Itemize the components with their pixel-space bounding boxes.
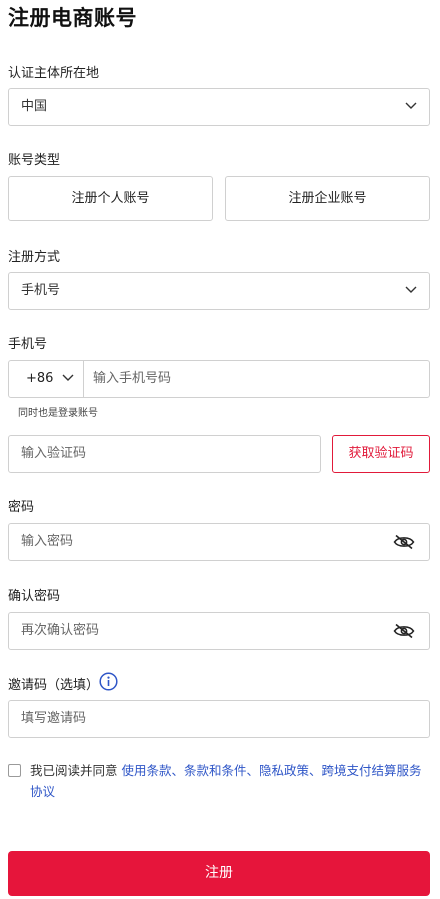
region-label: 认证主体所在地 (8, 66, 100, 81)
register-button[interactable]: 注册 (8, 851, 430, 896)
get-code-button[interactable]: 获取验证码 (332, 435, 430, 473)
eye-off-icon[interactable] (393, 534, 415, 550)
agreement-prefix: 我已阅读并同意 (30, 763, 122, 778)
page-title: 注册电商账号 (8, 6, 137, 30)
password-input[interactable]: 输入密码 (8, 523, 430, 561)
info-circle-icon[interactable] (99, 672, 118, 691)
eye-off-icon[interactable] (393, 623, 415, 639)
password-label: 密码 (8, 500, 35, 515)
confirm-password-input[interactable]: 再次确认密码 (8, 612, 430, 650)
account-type-label: 账号类型 (8, 153, 61, 168)
business-account-button[interactable]: 注册企业账号 (225, 176, 430, 221)
chevron-down-icon (405, 286, 417, 293)
confirm-password-label: 确认密码 (8, 589, 61, 604)
agreement-text: 我已阅读并同意 使用条款、条款和条件、隐私政策、跨境支付结算服务协议 (30, 760, 430, 802)
agree-checkbox[interactable] (8, 764, 21, 777)
country-code-select[interactable]: +86 (9, 361, 84, 397)
phone-field: +86 输入手机号码 (8, 360, 430, 398)
method-value: 手机号 (21, 283, 61, 298)
password-placeholder: 输入密码 (21, 534, 74, 549)
country-code-value: +86 (26, 371, 54, 386)
phone-label: 手机号 (8, 337, 48, 352)
phone-hint: 同时也是登录账号 (18, 408, 98, 419)
method-select[interactable]: 手机号 (8, 272, 430, 310)
invite-code-input[interactable]: 填写邀请码 (8, 700, 430, 738)
region-value: 中国 (21, 99, 48, 114)
chevron-down-icon (405, 102, 417, 109)
region-select[interactable]: 中国 (8, 88, 430, 126)
phone-input[interactable]: 输入手机号码 (93, 361, 171, 397)
chevron-down-icon (62, 374, 74, 381)
invite-code-label: 邀请码（选填） (8, 678, 100, 693)
confirm-password-placeholder: 再次确认密码 (21, 623, 100, 638)
verification-code-placeholder: 输入验证码 (21, 446, 87, 461)
invite-code-placeholder: 填写邀请码 (21, 711, 87, 726)
personal-account-button[interactable]: 注册个人账号 (8, 176, 213, 221)
method-label: 注册方式 (8, 250, 61, 265)
verification-code-input[interactable]: 输入验证码 (8, 435, 321, 473)
